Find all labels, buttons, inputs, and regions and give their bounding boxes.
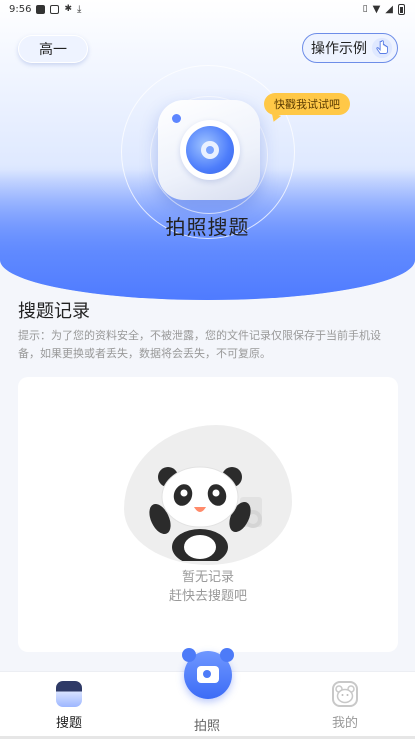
nav-tab-search-label: 搜题 [55,716,82,731]
status-bar: 9:56 ✱ ⤓ ▯ ▼ ◢ [0,0,415,18]
empty-state-line2: 赶快去搜题吧 [168,589,247,604]
status-time: 9:56 [9,3,32,15]
operation-demo-label: 操作示例 [311,41,367,57]
operation-demo-button[interactable]: 操作示例 [302,33,398,63]
empty-state-line1: 暂无记录 [181,570,234,585]
profile-icon [332,681,358,707]
search-question-icon [56,681,82,707]
app-notification-icon [36,4,46,14]
screenshot-icon [50,4,60,14]
nav-tab-mine-label: 我的 [331,716,358,731]
hero-title[interactable]: 拍照搜题 [0,211,415,240]
try-me-bubble: 快戳我试试吧 [264,93,350,115]
nav-tab-mine[interactable]: 我的 [300,672,390,739]
pointing-hand-icon [371,37,393,59]
camera-icon [197,666,219,683]
bear-face-icon [335,685,355,704]
grade-selector-button[interactable]: 高一 [18,35,88,63]
battery-icon [398,3,405,15]
camera-lens-ring [186,126,234,174]
take-photo-camera-icon[interactable] [158,100,260,200]
status-right: ▯ ▼ ◢ [362,3,405,15]
camera-lens [180,120,240,180]
wifi-icon: ▼ [372,3,381,15]
fab-ear-right [220,648,234,662]
history-tip: 提示：为了您的资料安全，不被泄露，您的文件记录仅限保存于当前手机设备，如果更换或… [18,329,381,360]
status-left: 9:56 ✱ ⤓ [9,4,81,15]
nav-tab-search[interactable]: 搜题 [24,672,114,739]
signal-icon: ◢ [385,3,393,15]
camera-fab-button[interactable] [182,648,234,699]
camera-flash-dot [172,114,181,123]
camera-lens-core [201,141,219,159]
download-icon: ⤓ [77,3,82,15]
history-title: 搜题记录 [18,301,90,322]
vibrate-icon: ▯ [362,4,368,14]
nav-tab-photo-label: 拍照 [193,719,220,734]
history-card: 暂无记录 赶快去搜题吧 [18,377,398,652]
panda-illustration-icon [149,466,262,561]
fab-ear-left [182,648,196,662]
bug-icon: ✱ [64,4,73,14]
